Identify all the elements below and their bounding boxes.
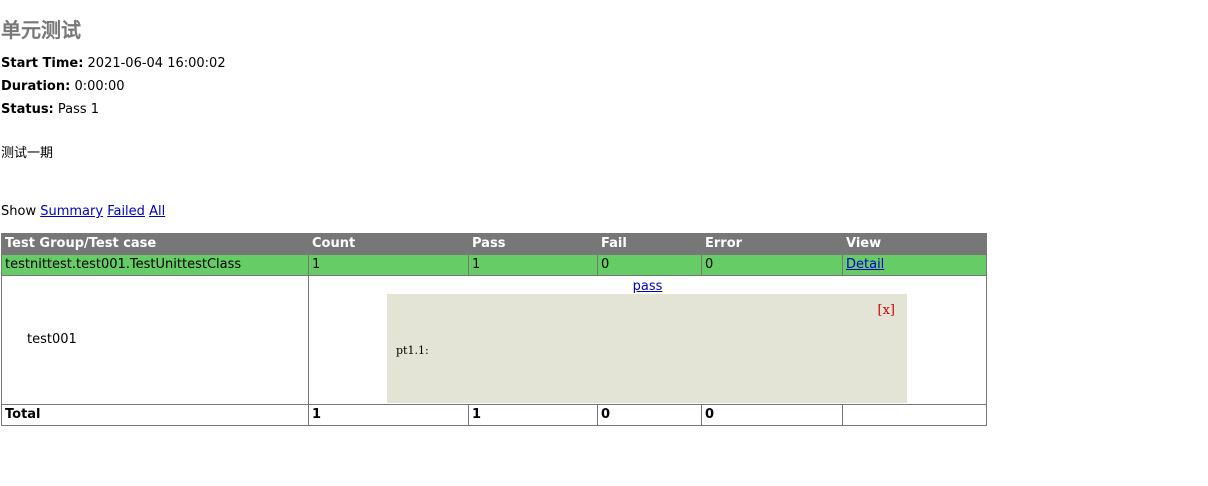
- duration-attribute: Duration: 0:00:00: [1, 79, 125, 95]
- total-pass-cell: 1: [468, 404, 598, 426]
- popup-close-button[interactable]: [x]: [878, 302, 895, 320]
- total-count-cell: 1: [308, 404, 469, 426]
- start-time-label: Start Time:: [1, 56, 84, 71]
- start-time-attribute: Start Time: 2021-06-04 16:00:02: [1, 56, 226, 72]
- show-filter: Show Summary Failed All: [1, 204, 165, 220]
- header-test-group: Test Group/Test case: [1, 233, 309, 255]
- start-time-value: 2021-06-04 16:00:02: [87, 56, 226, 71]
- case-detail-cell: pass [x] pt1.1:: [308, 275, 987, 405]
- page-title: 单元测试: [1, 18, 81, 42]
- case-output-popup: [x] pt1.1:: [387, 294, 907, 403]
- class-count-cell: 1: [308, 254, 469, 276]
- header-count: Count: [308, 233, 469, 255]
- report-page: 单元测试 Start Time: 2021-06-04 16:00:02 Dur…: [0, 0, 1208, 486]
- status-value: Pass 1: [57, 102, 100, 117]
- show-label: Show: [1, 204, 37, 219]
- summary-link[interactable]: Summary: [40, 204, 103, 219]
- class-pass-cell: 1: [468, 254, 598, 276]
- detail-link[interactable]: Detail: [846, 257, 884, 272]
- total-row: Total 1 1 0 0: [1, 404, 987, 426]
- status-attribute: Status: Pass 1: [1, 102, 99, 118]
- duration-label: Duration:: [1, 79, 71, 94]
- header-view: View: [842, 233, 987, 255]
- class-name-cell: testnittest.test001.TestUnittestClass: [1, 254, 309, 276]
- case-name-cell: test001: [1, 275, 309, 405]
- all-link[interactable]: All: [149, 204, 165, 219]
- total-view-cell: [842, 404, 987, 426]
- total-error-cell: 0: [701, 404, 843, 426]
- class-error-cell: 0: [701, 254, 843, 276]
- header-error: Error: [701, 233, 843, 255]
- header-pass: Pass: [468, 233, 598, 255]
- duration-value: 0:00:00: [74, 79, 125, 94]
- case-status-link[interactable]: pass: [310, 279, 986, 295]
- class-view-cell: Detail: [842, 254, 987, 276]
- total-fail-cell: 0: [597, 404, 702, 426]
- test-class-row: testnittest.test001.TestUnittestClass 1 …: [1, 254, 987, 276]
- class-fail-cell: 0: [597, 254, 702, 276]
- failed-link[interactable]: Failed: [107, 204, 145, 219]
- status-label: Status:: [1, 102, 54, 117]
- table-header-row: Test Group/Test case Count Pass Fail Err…: [1, 233, 987, 255]
- test-case-row: test001 pass [x] pt1.1:: [1, 275, 987, 405]
- popup-output-text: pt1.1:: [396, 344, 429, 357]
- header-fail: Fail: [597, 233, 702, 255]
- total-label-cell: Total: [1, 404, 309, 426]
- result-table: Test Group/Test case Count Pass Fail Err…: [1, 233, 987, 426]
- report-description: 测试一期: [1, 146, 54, 161]
